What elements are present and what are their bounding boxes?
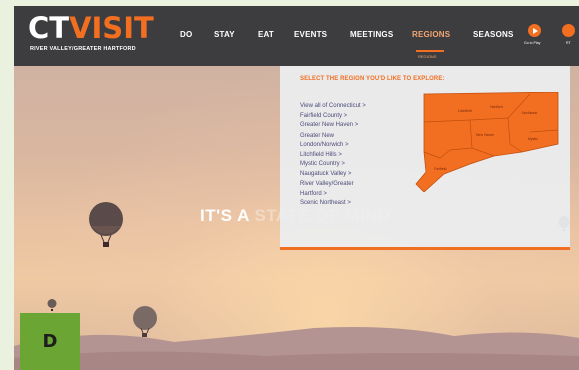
region-link-mystic[interactable]: Mystic Country > bbox=[300, 160, 415, 170]
hills-silhouette bbox=[14, 327, 579, 370]
region-link-connecticut[interactable]: View all of Connecticut > bbox=[300, 102, 415, 112]
svg-text:New Haven: New Haven bbox=[476, 133, 494, 137]
nav-item-regions[interactable]: REGIONS bbox=[412, 30, 450, 39]
region-link-naugatuck[interactable]: Naugatuck Valley > bbox=[300, 170, 415, 180]
tool-label-2: RT bbox=[566, 41, 571, 45]
logo-subtitle: RIVER VALLEY/GREATER HARTFORD bbox=[30, 46, 136, 52]
connecticut-map[interactable]: Litchfield Hartford Northeast Mystic New… bbox=[410, 92, 560, 192]
site-header: CTVISIT RIVER VALLEY/GREATER HARTFORD DO… bbox=[14, 6, 579, 66]
option-badge: D bbox=[20, 313, 80, 370]
play-video-label: Go to Play bbox=[524, 41, 541, 45]
region-link-litchfield[interactable]: Litchfield Hills > bbox=[300, 151, 415, 161]
nav-item-eat[interactable]: EAT bbox=[258, 30, 274, 39]
site-logo[interactable]: CTVISIT bbox=[28, 12, 154, 44]
svg-text:Hartford: Hartford bbox=[490, 105, 503, 109]
nav-item-seasons[interactable]: SEASONS bbox=[473, 30, 514, 39]
nav-item-events[interactable]: EVENTS bbox=[294, 30, 327, 39]
nav-active-indicator bbox=[416, 50, 444, 52]
region-link-fairfield[interactable]: Fairfield County > bbox=[300, 112, 415, 122]
play-video-icon[interactable] bbox=[528, 24, 541, 37]
region-link-northeast[interactable]: Scenic Northeast > bbox=[300, 199, 415, 209]
region-list: View all of Connecticut > Fairfield Coun… bbox=[300, 102, 415, 209]
svg-text:Northeast: Northeast bbox=[522, 111, 537, 115]
svg-text:Mystic: Mystic bbox=[528, 137, 538, 141]
dropdown-title: SELECT THE REGION YOU'D LIKE TO EXPLORE: bbox=[300, 76, 445, 82]
hot-air-balloon-large bbox=[89, 202, 123, 247]
regions-dropdown: SELECT THE REGION YOU'D LIKE TO EXPLORE:… bbox=[280, 66, 570, 250]
region-link-new-haven[interactable]: Greater New Haven > bbox=[300, 121, 415, 131]
bookmark-icon[interactable] bbox=[562, 24, 575, 37]
website-screenshot: IT'S A STATE OF MIND CTVISIT RIVER VALLE… bbox=[14, 6, 579, 370]
svg-text:Fairfield: Fairfield bbox=[434, 167, 447, 171]
nav-item-do[interactable]: DO bbox=[180, 30, 192, 39]
nav-active-sublabel: REGIONS bbox=[418, 54, 437, 59]
nav-item-stay[interactable]: STAY bbox=[214, 30, 235, 39]
svg-text:Litchfield: Litchfield bbox=[458, 109, 472, 113]
region-link-river-valley[interactable]: River Valley/Greater Hartford > bbox=[300, 180, 374, 199]
nav-item-meetings[interactable]: MEETINGS bbox=[350, 30, 393, 39]
region-link-new-london[interactable]: Greater New London/Norwich > bbox=[300, 132, 370, 151]
